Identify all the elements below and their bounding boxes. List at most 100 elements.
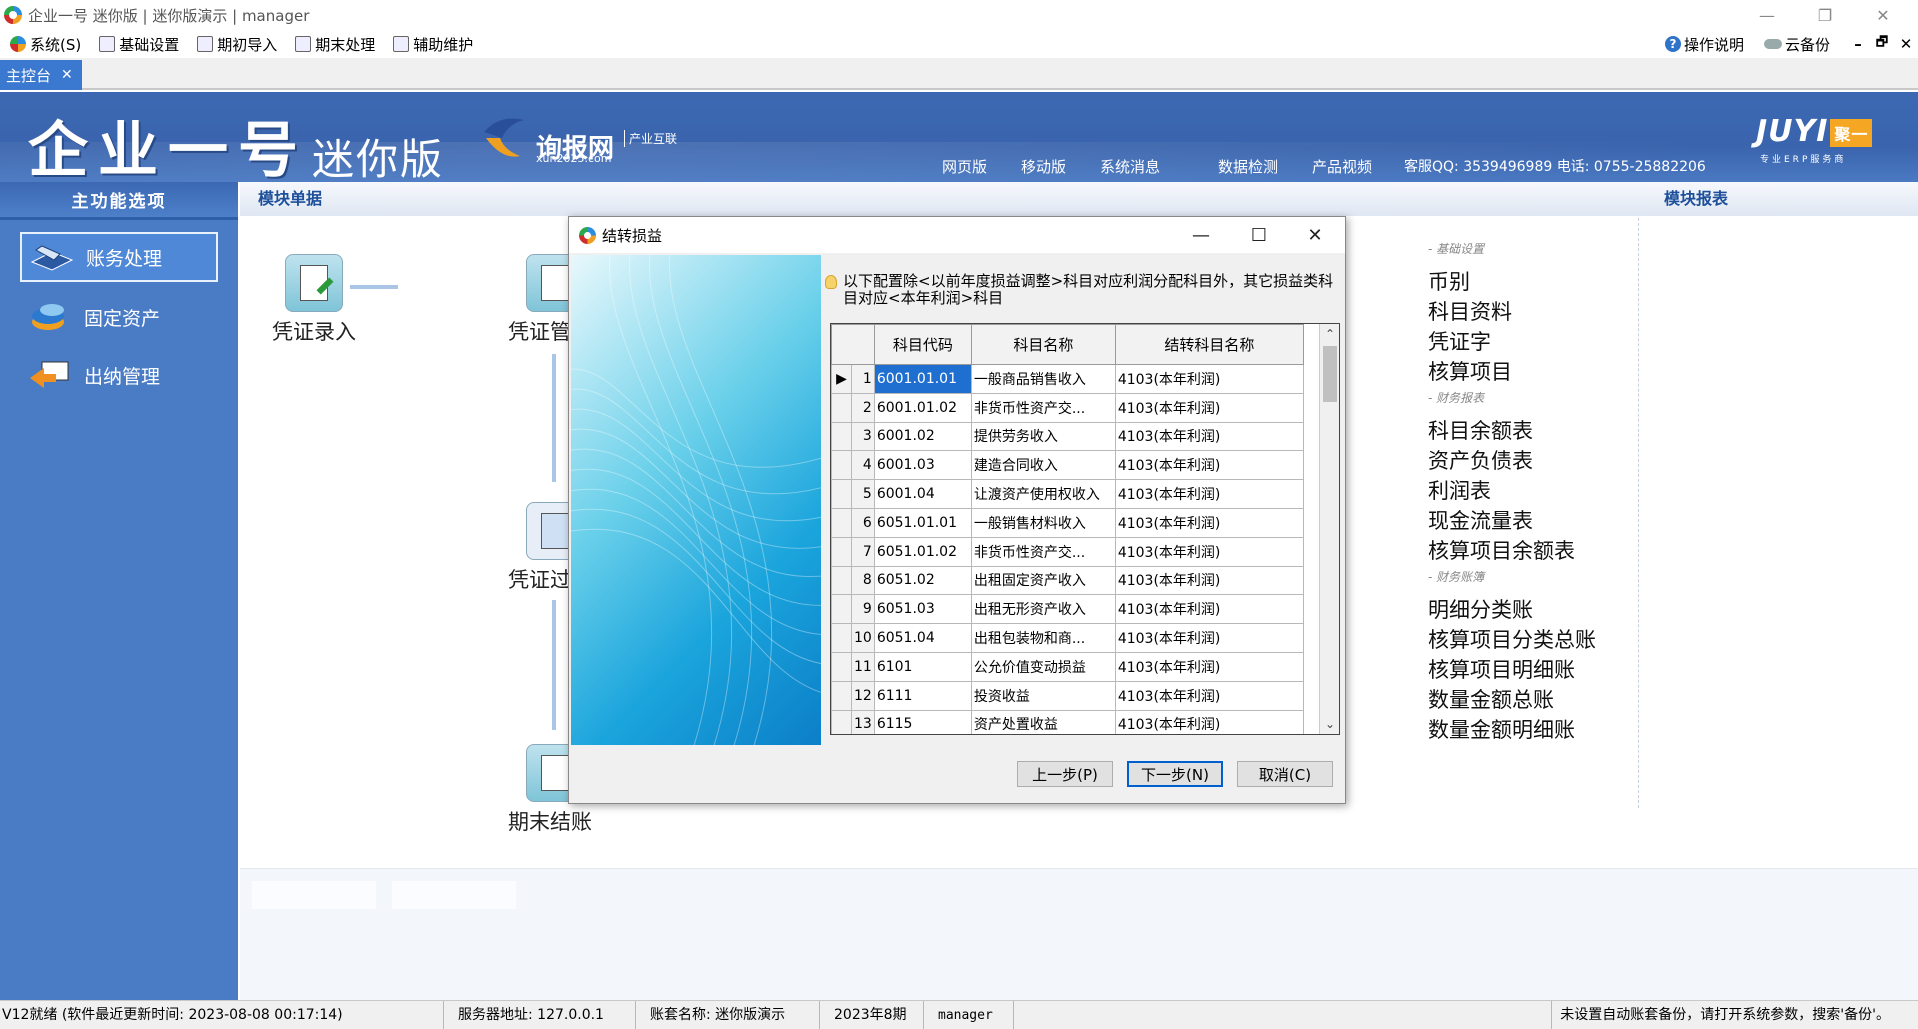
cell-name[interactable]: 让渡资产使用权收入 [970,479,1116,509]
cell-code[interactable]: 6001.04 [873,479,972,509]
menu-initial-import[interactable]: 期初导入 [197,34,277,55]
cell-name[interactable]: 一般商品销售收入 [970,364,1116,394]
report-account-balance[interactable]: 科目余额表 [1428,415,1533,445]
cell-code[interactable]: 6001.03 [873,450,972,481]
cell-name[interactable]: 资产处置收益 [970,709,1116,734]
cell-target[interactable]: 4103(本年利润) [1114,421,1304,452]
tab-close-icon[interactable]: ✕ [61,67,73,83]
link-system-messages[interactable]: 系统消息 [1100,156,1160,177]
cell-name[interactable]: 非货币性资产交... [970,536,1116,567]
menu-period-end[interactable]: 期末处理 [295,34,375,55]
cell-code[interactable]: 6115 [873,709,972,734]
row-number[interactable]: 5 [851,479,875,509]
cell-code[interactable]: 6001.02 [873,421,972,452]
nav-item-accounting[interactable]: 账务处理 [20,232,218,282]
table-row[interactable]: 11 6101 公允价值变动损益 4103(本年利润) [831,651,1304,682]
cell-code[interactable]: 6101 [873,651,972,682]
cell-target[interactable]: 4103(本年利润) [1114,594,1304,625]
cell-target[interactable]: 4103(本年利润) [1114,450,1304,481]
tab-main-console[interactable]: 主控台 ✕ [0,60,82,90]
table-row[interactable]: 12 6111 投资收益 4103(本年利润) [831,680,1304,711]
cell-name[interactable]: 提供劳务收入 [970,421,1116,452]
row-number[interactable]: 7 [851,536,875,567]
row-number[interactable]: 10 [851,623,875,653]
report-qty-general-ledger[interactable]: 数量金额总账 [1428,684,1554,714]
table-row[interactable]: ▶ 1 6001.01.01 一般商品销售收入 4103(本年利润) [831,364,1304,394]
table-row[interactable]: 5 6001.04 让渡资产使用权收入 4103(本年利润) [831,479,1304,509]
report-item-balance[interactable]: 核算项目余额表 [1428,535,1575,565]
cell-code[interactable]: 6051.01.02 [873,536,972,567]
table-row[interactable]: 7 6051.01.02 非货币性资产交... 4103(本年利润) [831,536,1304,567]
cell-code[interactable]: 6111 [873,680,972,711]
report-items[interactable]: 核算项目 [1428,356,1512,386]
report-item-detail-ledger[interactable]: 核算项目明细账 [1428,654,1575,684]
menu-basic-settings[interactable]: 基础设置 [99,34,179,55]
cell-target[interactable]: 4103(本年利润) [1114,479,1304,509]
cell-name[interactable]: 一般销售材料收入 [970,507,1116,538]
report-balance-sheet[interactable]: 资产负债表 [1428,445,1533,475]
shortcut-slot[interactable] [252,881,376,909]
row-number[interactable]: 2 [851,392,875,423]
report-accounts[interactable]: 科目资料 [1428,296,1512,326]
row-number[interactable]: 3 [851,421,875,452]
col-header-code[interactable]: 科目代码 [873,324,972,365]
row-number[interactable]: 12 [851,680,875,711]
menu-system[interactable]: 系统(S) [10,34,81,55]
cloud-backup-link[interactable]: 云备份 [1785,34,1830,55]
report-item-general-ledger[interactable]: 核算项目分类总账 [1428,624,1596,654]
report-qty-detail-ledger[interactable]: 数量金额明细账 [1428,714,1575,744]
cell-target[interactable]: 4103(本年利润) [1114,507,1304,538]
close-button[interactable]: ✕ [1858,0,1908,30]
cell-target[interactable]: 4103(本年利润) [1114,565,1304,596]
dialog-minimize-button[interactable]: — [1173,217,1229,253]
row-number[interactable]: 1 [851,364,875,394]
cell-code[interactable]: 6051.04 [873,623,972,653]
cell-name[interactable]: 公允价值变动损益 [970,651,1116,682]
report-income-statement[interactable]: 利润表 [1428,475,1491,505]
report-detail-ledger[interactable]: 明细分类账 [1428,594,1533,624]
shortcut-slot[interactable] [392,881,516,909]
col-header-name[interactable]: 科目名称 [970,324,1116,365]
row-number[interactable]: 4 [851,450,875,481]
table-row[interactable]: 2 6001.01.02 非货币性资产交... 4103(本年利润) [831,392,1304,423]
flow-voucher-entry[interactable]: 凭证录入 [264,254,364,346]
cell-target[interactable]: 4103(本年利润) [1114,392,1304,423]
link-product-video[interactable]: 产品视频 [1312,156,1372,177]
cell-name[interactable]: 出租包装物和商... [970,623,1116,653]
table-row[interactable]: 6 6051.01.01 一般销售材料收入 4103(本年利润) [831,507,1304,538]
next-step-button[interactable]: 下一步(N) [1127,761,1223,787]
cell-target[interactable]: 4103(本年利润) [1114,536,1304,567]
cell-code[interactable]: 6001.01.01 [873,364,972,394]
table-row[interactable]: 8 6051.02 出租固定资产收入 4103(本年利润) [831,565,1304,596]
cell-name[interactable]: 出租无形资产收入 [970,594,1116,625]
report-cash-flow[interactable]: 现金流量表 [1428,505,1533,535]
scroll-up-icon[interactable]: ⌃ [1320,324,1339,344]
prev-step-button[interactable]: 上一步(P) [1017,761,1113,787]
table-row[interactable]: 10 6051.04 出租包装物和商... 4103(本年利润) [831,623,1304,653]
dialog-close-button[interactable]: ✕ [1287,217,1343,253]
cell-name[interactable]: 非货币性资产交... [970,392,1116,423]
restore-button[interactable]: ❐ [1800,0,1850,30]
cell-target[interactable]: 4103(本年利润) [1114,364,1304,394]
row-number[interactable]: 13 [851,709,875,734]
link-data-check[interactable]: 数据检测 [1218,156,1278,177]
scroll-thumb[interactable] [1323,346,1337,402]
nav-item-cashier[interactable]: 出纳管理 [20,350,218,400]
row-number[interactable]: 9 [851,594,875,625]
mdi-minimize-button[interactable]: – [1846,35,1870,53]
scroll-down-icon[interactable]: ⌄ [1320,714,1339,734]
report-currency[interactable]: 币别 [1428,266,1470,296]
cell-code[interactable]: 6051.01.01 [873,507,972,538]
mdi-restore-button[interactable]: 🗗 [1870,33,1894,55]
cell-code[interactable]: 6051.03 [873,594,972,625]
cell-code[interactable]: 6051.02 [873,565,972,596]
cell-target[interactable]: 4103(本年利润) [1114,623,1304,653]
row-number[interactable]: 11 [851,651,875,682]
table-row[interactable]: 4 6001.03 建造合同收入 4103(本年利润) [831,450,1304,481]
report-voucher-word[interactable]: 凭证字 [1428,326,1491,356]
col-header-target[interactable]: 结转科目名称 [1114,324,1304,365]
cell-target[interactable]: 4103(本年利润) [1114,651,1304,682]
cell-name[interactable]: 建造合同收入 [970,450,1116,481]
mdi-close-button[interactable]: ✕ [1894,35,1918,53]
cancel-button[interactable]: 取消(C) [1237,761,1333,787]
